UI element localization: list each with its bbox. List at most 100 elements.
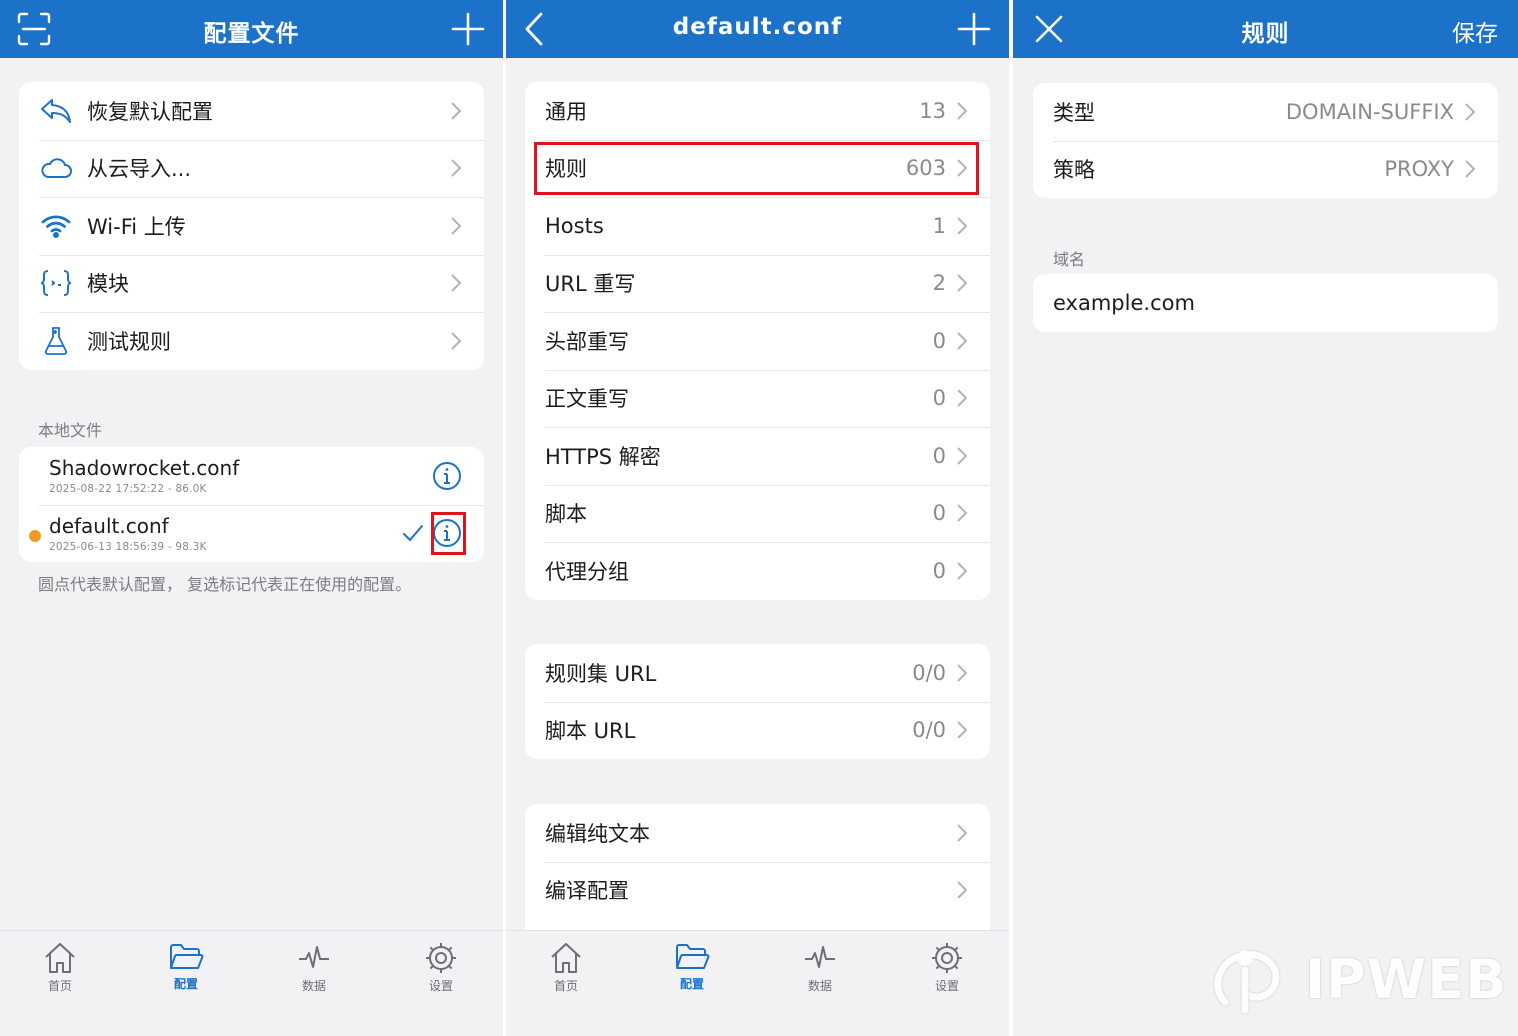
file-row[interactable]: default.conf 2025-06-13 18:56:39 - 98.3K bbox=[19, 504, 484, 563]
settings-row[interactable]: 脚本 URL 0/0 bbox=[525, 701, 990, 760]
chevron-right-icon bbox=[957, 102, 968, 120]
folder-icon bbox=[676, 944, 710, 969]
tab-data[interactable]: 数据 bbox=[274, 941, 354, 994]
settings-row[interactable]: URL 重写 2 bbox=[525, 254, 990, 313]
file-meta: 2025-06-13 18:56:39 - 98.3K bbox=[49, 540, 207, 553]
page-title: 规则 bbox=[1241, 21, 1290, 47]
row-count: 0 bbox=[932, 328, 946, 353]
chevron-right-icon bbox=[957, 332, 968, 350]
chevron-right-icon bbox=[451, 332, 462, 350]
settings-row[interactable]: Hosts 1 bbox=[525, 197, 990, 255]
row-label: 脚本 bbox=[545, 502, 587, 527]
home-icon bbox=[551, 943, 581, 973]
row-label: 脚本 URL bbox=[545, 719, 636, 744]
menu-test-rules[interactable]: 测试规则 bbox=[19, 312, 484, 370]
ipweb-logo-icon bbox=[1214, 950, 1280, 1014]
menu-restore-default[interactable]: 恢复默认配置 bbox=[19, 82, 484, 140]
rule-editor-panel: 规则 保存 类型 DOMAIN-SUFFIX 策略 PROXY 域名 examp… bbox=[1013, 0, 1518, 1036]
settings-row[interactable]: 通用 13 bbox=[525, 82, 990, 140]
row-count: 0/0 bbox=[912, 660, 946, 685]
chevron-right-icon bbox=[957, 447, 968, 465]
tab-config[interactable]: 配置 bbox=[652, 941, 732, 992]
row-value: PROXY bbox=[1384, 157, 1454, 182]
tab-home[interactable]: 首页 bbox=[20, 941, 100, 994]
row-label: 通用 bbox=[545, 99, 587, 124]
file-row[interactable]: Shadowrocket.conf 2025-08-22 17:52:22 - … bbox=[19, 447, 484, 505]
chevron-right-icon bbox=[957, 881, 968, 899]
rule-policy-row[interactable]: 策略 PROXY bbox=[1033, 140, 1498, 199]
tab-config[interactable]: 配置 bbox=[146, 941, 226, 992]
navbar: 规则 保存 bbox=[1013, 0, 1518, 58]
tab-settings[interactable]: 设置 bbox=[907, 941, 987, 994]
tab-data[interactable]: 数据 bbox=[780, 941, 860, 994]
row-label: URL 重写 bbox=[545, 272, 636, 297]
activity-icon bbox=[805, 946, 835, 968]
row-label: 正文重写 bbox=[545, 387, 629, 412]
menu-label: 从云导入... bbox=[87, 157, 192, 182]
file-info: Shadowrocket.conf 2025-08-22 17:52:22 - … bbox=[49, 456, 432, 495]
menu-label: Wi-Fi 上传 bbox=[87, 214, 186, 239]
page-title: default.conf bbox=[672, 14, 843, 40]
domain-field[interactable]: example.com bbox=[1033, 274, 1498, 332]
row-label: 规则集 URL bbox=[545, 661, 657, 686]
info-icon[interactable] bbox=[432, 461, 462, 491]
chevron-right-icon bbox=[451, 217, 462, 235]
tab-settings[interactable]: 设置 bbox=[401, 941, 481, 994]
plus-icon bbox=[957, 12, 991, 46]
menu-label: 恢复默认配置 bbox=[87, 99, 213, 124]
settings-row[interactable]: 编辑纯文本 bbox=[525, 804, 990, 862]
row-label: 类型 bbox=[1053, 100, 1095, 125]
settings-row[interactable]: HTTPS 解密 0 bbox=[525, 427, 990, 485]
tab-bar: 首页 配置 数据 设置 bbox=[0, 930, 503, 1036]
tab-label: 数据 bbox=[301, 979, 326, 993]
chevron-right-icon bbox=[1465, 160, 1476, 178]
row-label: 头部重写 bbox=[545, 329, 629, 354]
navbar: default.conf bbox=[506, 0, 1009, 58]
chevron-right-icon bbox=[957, 562, 968, 580]
file-name: Shadowrocket.conf bbox=[49, 456, 240, 481]
local-files-card: Shadowrocket.conf 2025-08-22 17:52:22 - … bbox=[19, 447, 484, 562]
row-label: Hosts bbox=[545, 213, 604, 238]
rule-props-card: 类型 DOMAIN-SUFFIX 策略 PROXY bbox=[1033, 83, 1498, 198]
rules-highlight-box bbox=[534, 142, 979, 195]
save-button[interactable]: 保存 bbox=[1452, 14, 1498, 48]
tab-home[interactable]: 首页 bbox=[526, 941, 606, 994]
chevron-right-icon bbox=[957, 389, 968, 407]
menu-modules[interactable]: 模块 bbox=[19, 254, 484, 313]
tab-label: 配置 bbox=[173, 977, 198, 991]
actions-card: 恢复默认配置 从云导入... Wi-Fi 上传 模块 测试规则 bbox=[19, 82, 484, 370]
row-count: 2 bbox=[932, 271, 946, 296]
menu-label: 测试规则 bbox=[87, 329, 171, 354]
watermark-text: IPWEB bbox=[1305, 948, 1508, 1011]
menu-label: 模块 bbox=[87, 272, 129, 297]
row-count: 0 bbox=[932, 501, 946, 526]
config-files-panel: 配置文件 恢复默认配置 从云导入... Wi-Fi 上传 模块 测试规则 本地文… bbox=[0, 0, 503, 1036]
navbar: 配置文件 bbox=[0, 0, 503, 58]
add-button[interactable] bbox=[448, 9, 488, 49]
plus-icon bbox=[451, 12, 485, 46]
settings-row[interactable]: 脚本 0 bbox=[525, 484, 990, 543]
cloud-icon bbox=[39, 151, 73, 185]
activity-icon bbox=[299, 946, 329, 968]
settings-row[interactable]: 头部重写 0 bbox=[525, 312, 990, 370]
menu-import-cloud[interactable]: 从云导入... bbox=[19, 139, 484, 198]
flask-icon bbox=[39, 324, 73, 358]
chevron-right-icon bbox=[957, 664, 968, 682]
tab-label: 首页 bbox=[47, 979, 72, 993]
row-label: 策略 bbox=[1053, 158, 1095, 183]
menu-wifi-upload[interactable]: Wi-Fi 上传 bbox=[19, 197, 484, 255]
add-button[interactable] bbox=[954, 9, 994, 49]
settings-row[interactable]: 规则集 URL 0/0 bbox=[525, 644, 990, 702]
settings-row[interactable]: 代理分组 0 bbox=[525, 542, 990, 600]
settings-row[interactable]: 编译配置 bbox=[525, 861, 990, 920]
chevron-right-icon bbox=[957, 504, 968, 522]
local-files-header: 本地文件 bbox=[38, 421, 103, 440]
row-count: 0/0 bbox=[912, 718, 946, 743]
row-label: 编辑纯文本 bbox=[545, 821, 650, 846]
remote-card: 规则集 URL 0/0 脚本 URL 0/0 bbox=[525, 644, 990, 759]
domain-value[interactable]: example.com bbox=[1053, 291, 1476, 315]
file-meta: 2025-08-22 17:52:22 - 86.0K bbox=[49, 483, 207, 496]
settings-row[interactable]: 正文重写 0 bbox=[525, 369, 990, 428]
rule-type-row[interactable]: 类型 DOMAIN-SUFFIX bbox=[1033, 83, 1498, 141]
chevron-right-icon bbox=[451, 159, 462, 177]
